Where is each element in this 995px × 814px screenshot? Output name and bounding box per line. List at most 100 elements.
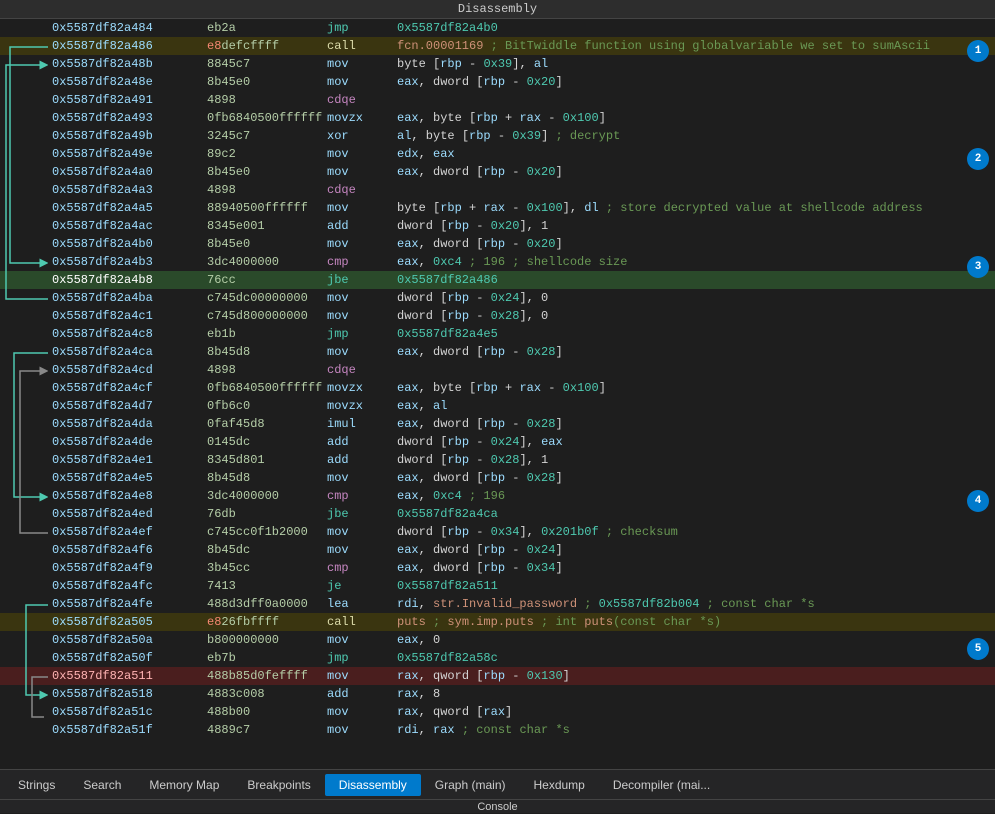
table-row[interactable]: 0x5587df82a50feb7bjmp0x5587df82a58c: [0, 649, 995, 667]
operands-col: 0x5587df82a58c: [397, 651, 993, 665]
operands-col: puts ; sym.imp.puts ; int puts(const cha…: [397, 615, 993, 629]
arrow-col: [2, 433, 52, 451]
mnemonic-col: movzx: [327, 399, 397, 413]
mnemonic-col: mov: [327, 57, 397, 71]
console-label: Console: [0, 799, 995, 813]
address-col: 0x5587df82a51f: [52, 723, 207, 737]
bytes-col: 0faf45d8: [207, 417, 327, 431]
tab-hexdump[interactable]: Hexdump: [519, 774, 598, 796]
table-row[interactable]: 0x5587df82a51c488b00movrax, qword [rax]: [0, 703, 995, 721]
mnemonic-col: mov: [327, 345, 397, 359]
arrow-col: [2, 361, 52, 379]
arrow-col: [2, 91, 52, 109]
bytes-col: 4898: [207, 363, 327, 377]
address-col: 0x5587df82a4de: [52, 435, 207, 449]
table-row[interactable]: 0x5587df82a4930fb6840500ffffffmovzxeax, …: [0, 109, 995, 127]
badge-3: 3: [967, 256, 989, 278]
operands-col: fcn.00001169 ; BitTwiddle function using…: [397, 39, 993, 53]
operands-col: rax, 8: [397, 687, 993, 701]
table-row[interactable]: 0x5587df82a51f4889c7movrdi, rax ; const …: [0, 721, 995, 739]
table-row[interactable]: 0x5587df82a49b3245c7xoral, byte [rbp - 0…: [0, 127, 995, 145]
table-row[interactable]: 0x5587df82a48b8845c7movbyte [rbp - 0x39]…: [0, 55, 995, 73]
table-row[interactable]: 0x5587df82a4a08b45e0moveax, dword [rbp -…: [0, 163, 995, 181]
bytes-col: 8b45dc: [207, 543, 327, 557]
bytes-col: 3dc4000000: [207, 489, 327, 503]
bytes-col: 8345e001: [207, 219, 327, 233]
disassembly-view[interactable]: 0x5587df82a484eb2ajmp0x5587df82a4b00x558…: [0, 19, 995, 769]
address-col: 0x5587df82a4e1: [52, 453, 207, 467]
mnemonic-col: jmp: [327, 21, 397, 35]
address-col: 0x5587df82a4cd: [52, 363, 207, 377]
operands-col: rdi, rax ; const char *s: [397, 723, 993, 737]
tab-search[interactable]: Search: [69, 774, 135, 796]
table-row[interactable]: 0x5587df82a4ac8345e001adddword [rbp - 0x…: [0, 217, 995, 235]
table-row[interactable]: 0x5587df82a4ca8b45d8moveax, dword [rbp -…: [0, 343, 995, 361]
tab-breakpoints[interactable]: Breakpoints: [233, 774, 324, 796]
table-row[interactable]: 0x5587df82a4de0145dcadddword [rbp - 0x24…: [0, 433, 995, 451]
table-row[interactable]: 0x5587df82a4e18345d801adddword [rbp - 0x…: [0, 451, 995, 469]
operands-col: eax, 0xc4 ; 196: [397, 489, 993, 503]
table-row[interactable]: 0x5587df82a4b33dc4000000cmpeax, 0xc4 ; 1…: [0, 253, 995, 271]
table-row[interactable]: 0x5587df82a4914898cdqe: [0, 91, 995, 109]
tab-memory-map[interactable]: Memory Map: [135, 774, 233, 796]
tab-decompiler-mai-[interactable]: Decompiler (mai...: [599, 774, 724, 796]
bytes-col: e826fbffff: [207, 615, 327, 629]
arrow-col: [2, 325, 52, 343]
address-col: 0x5587df82a4c8: [52, 327, 207, 341]
table-row[interactable]: 0x5587df82a4f93b45cccmpeax, dword [rbp -…: [0, 559, 995, 577]
table-row[interactable]: 0x5587df82a4c1c745d800000000movdword [rb…: [0, 307, 995, 325]
arrow-col: [2, 181, 52, 199]
address-col: 0x5587df82a4a5: [52, 201, 207, 215]
arrow-col: [2, 721, 52, 739]
badge-2: 2: [967, 148, 989, 170]
table-row[interactable]: 0x5587df82a4d70fb6c0movzxeax, al: [0, 397, 995, 415]
operands-col: eax, byte [rbp + rax - 0x100]: [397, 381, 993, 395]
address-col: 0x5587df82a486: [52, 39, 207, 53]
badge-4: 4: [967, 490, 989, 512]
table-row[interactable]: 0x5587df82a4f68b45dcmoveax, dword [rbp -…: [0, 541, 995, 559]
mnemonic-col: mov: [327, 237, 397, 251]
mnemonic-col: mov: [327, 201, 397, 215]
table-row[interactable]: 0x5587df82a4ed76dbjbe0x5587df82a4ca: [0, 505, 995, 523]
table-row[interactable]: 0x5587df82a4fe488d3dff0a0000leardi, str.…: [0, 595, 995, 613]
table-row[interactable]: 0x5587df82a4efc745cc0f1b2000movdword [rb…: [0, 523, 995, 541]
tab-disassembly[interactable]: Disassembly: [325, 774, 421, 796]
arrow-col: [2, 577, 52, 595]
bytes-col: 0fb6840500ffffff: [207, 111, 327, 125]
table-row[interactable]: 0x5587df82a4e83dc4000000cmpeax, 0xc4 ; 1…: [0, 487, 995, 505]
table-row[interactable]: 0x5587df82a4a34898cdqe: [0, 181, 995, 199]
table-row[interactable]: 0x5587df82a484eb2ajmp0x5587df82a4b0: [0, 19, 995, 37]
arrow-col: [2, 37, 52, 55]
tab-strings[interactable]: Strings: [4, 774, 69, 796]
table-row[interactable]: 0x5587df82a49e89c2movedx, eax: [0, 145, 995, 163]
table-row[interactable]: 0x5587df82a4e58b45d8moveax, dword [rbp -…: [0, 469, 995, 487]
address-col: 0x5587df82a51c: [52, 705, 207, 719]
table-row[interactable]: 0x5587df82a4bac745dc00000000movdword [rb…: [0, 289, 995, 307]
arrow-col: [2, 469, 52, 487]
table-row[interactable]: 0x5587df82a511488b85d0feffffmovrax, qwor…: [0, 667, 995, 685]
table-row[interactable]: 0x5587df82a50ab800000000moveax, 0: [0, 631, 995, 649]
table-row[interactable]: 0x5587df82a4c8eb1bjmp0x5587df82a4e5: [0, 325, 995, 343]
address-col: 0x5587df82a4c1: [52, 309, 207, 323]
arrow-col: [2, 397, 52, 415]
table-row[interactable]: 0x5587df82a4b08b45e0moveax, dword [rbp -…: [0, 235, 995, 253]
table-row[interactable]: 0x5587df82a4cf0fb6840500ffffffmovzxeax, …: [0, 379, 995, 397]
table-row[interactable]: 0x5587df82a486e8defcffffcallfcn.00001169…: [0, 37, 995, 55]
table-row[interactable]: 0x5587df82a4a588940500ffffffmovbyte [rbp…: [0, 199, 995, 217]
mnemonic-col: imul: [327, 417, 397, 431]
mnemonic-col: call: [327, 39, 397, 53]
bytes-col: 8b45e0: [207, 237, 327, 251]
operands-col: eax, dword [rbp - 0x20]: [397, 237, 993, 251]
table-row[interactable]: 0x5587df82a4cd4898cdqe: [0, 361, 995, 379]
bytes-col: 8b45e0: [207, 165, 327, 179]
operands-col: eax, dword [rbp - 0x34]: [397, 561, 993, 575]
table-row[interactable]: 0x5587df82a48e8b45e0moveax, dword [rbp -…: [0, 73, 995, 91]
table-row[interactable]: 0x5587df82a505e826fbffffcallputs ; sym.i…: [0, 613, 995, 631]
table-row[interactable]: 0x5587df82a4fc7413je0x5587df82a511: [0, 577, 995, 595]
table-row[interactable]: 0x5587df82a4b876ccjbe0x5587df82a486: [0, 271, 995, 289]
table-row[interactable]: 0x5587df82a5184883c008addrax, 8: [0, 685, 995, 703]
tab-graph-main-[interactable]: Graph (main): [421, 774, 520, 796]
table-row[interactable]: 0x5587df82a4da0faf45d8imuleax, dword [rb…: [0, 415, 995, 433]
arrow-col: [2, 505, 52, 523]
tab-bar: StringsSearchMemory MapBreakpointsDisass…: [0, 769, 995, 799]
